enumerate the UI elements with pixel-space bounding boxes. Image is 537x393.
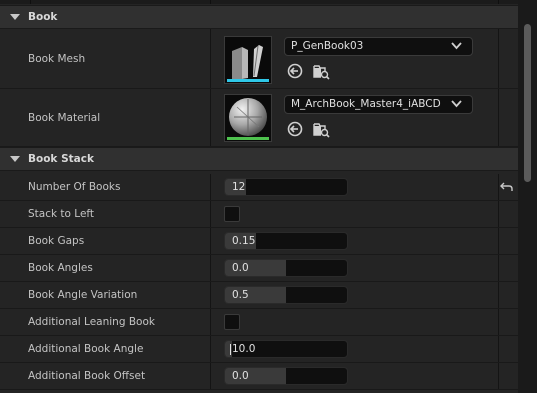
property-row-book-gaps: Book Gaps 0.15	[0, 228, 518, 255]
number-input[interactable]: 10.0	[224, 340, 348, 358]
property-row-additional-book-offset: Additional Book Offset 0.0	[0, 363, 518, 390]
asset-picker-combo[interactable]: M_ArchBook_Master4_iABCD	[284, 95, 473, 114]
property-row-number-of-books: Number Of Books 12	[0, 174, 518, 201]
property-row-book-mesh: Book Mesh P_GenBook03	[0, 29, 518, 89]
asset-name: P_GenBook03	[291, 40, 364, 52]
property-row-additional-book-angle: Additional Book Angle 10.0	[0, 336, 518, 363]
book-mesh-thumbnail-icon	[232, 45, 263, 81]
category-book-stack[interactable]: Book Stack	[0, 147, 518, 171]
text-caret	[230, 344, 231, 355]
property-label: Book Mesh	[28, 53, 86, 65]
chevron-down-icon	[451, 42, 462, 50]
property-label: Book Material	[28, 112, 101, 124]
scrollbar-thumb[interactable]	[524, 24, 531, 182]
folder-search-icon[interactable]	[312, 62, 330, 80]
field-value: 0.5	[232, 289, 249, 301]
number-input[interactable]: 0.0	[224, 367, 348, 385]
category-book[interactable]: Book	[0, 5, 518, 29]
property-label: Number Of Books	[28, 181, 121, 193]
property-row-book-material: Book Material M_ArchBook_Master4_iABCD	[0, 89, 518, 147]
number-input[interactable]: 0.15	[224, 232, 348, 250]
field-value: 0.0	[232, 262, 249, 274]
property-label: Stack to Left	[28, 208, 95, 220]
property-label: Additional Book Offset	[28, 370, 146, 382]
category-title: Book	[28, 11, 58, 23]
folder-search-icon[interactable]	[312, 120, 330, 138]
property-label: Book Angle Variation	[28, 289, 138, 301]
number-input[interactable]: 0.0	[224, 259, 348, 277]
property-row-book-angles: Book Angles 0.0	[0, 255, 518, 282]
field-value: 0.0	[232, 370, 249, 382]
field-value: 12	[232, 181, 246, 193]
number-input[interactable]: 12	[224, 178, 348, 196]
property-row-additional-leaning-book: Additional Leaning Book	[0, 309, 518, 336]
triangle-down-icon[interactable]	[10, 156, 20, 162]
number-input[interactable]: 0.5	[224, 286, 348, 304]
top-strip	[0, 0, 518, 4]
field-value: 0.15	[232, 235, 256, 247]
asset-type-bar	[227, 79, 269, 82]
property-row-stack-to-left: Stack to Left	[0, 201, 518, 228]
arrow-left-circle-icon[interactable]	[286, 120, 304, 138]
property-label: Additional Leaning Book	[28, 316, 155, 328]
property-row-book-angle-variation: Book Angle Variation 0.5	[0, 282, 518, 309]
category-title: Book Stack	[28, 153, 94, 165]
reset-arrow-icon[interactable]	[500, 181, 514, 193]
property-label: Book Gaps	[28, 235, 85, 247]
chevron-down-icon	[451, 100, 462, 108]
property-label: Book Angles	[28, 262, 93, 274]
asset-name: M_ArchBook_Master4_iABCD	[291, 98, 441, 110]
triangle-down-icon[interactable]	[10, 14, 20, 20]
asset-thumbnail[interactable]	[224, 94, 272, 142]
asset-thumbnail[interactable]	[224, 36, 272, 84]
sphere-material-thumbnail-icon	[229, 98, 267, 136]
arrow-left-circle-icon[interactable]	[286, 62, 304, 80]
asset-type-bar	[227, 137, 269, 140]
property-label: Additional Book Angle	[28, 343, 144, 355]
asset-picker-combo[interactable]: P_GenBook03	[284, 37, 473, 56]
checkbox[interactable]	[224, 206, 240, 222]
checkbox[interactable]	[224, 314, 240, 330]
field-value: 10.0	[232, 343, 256, 355]
